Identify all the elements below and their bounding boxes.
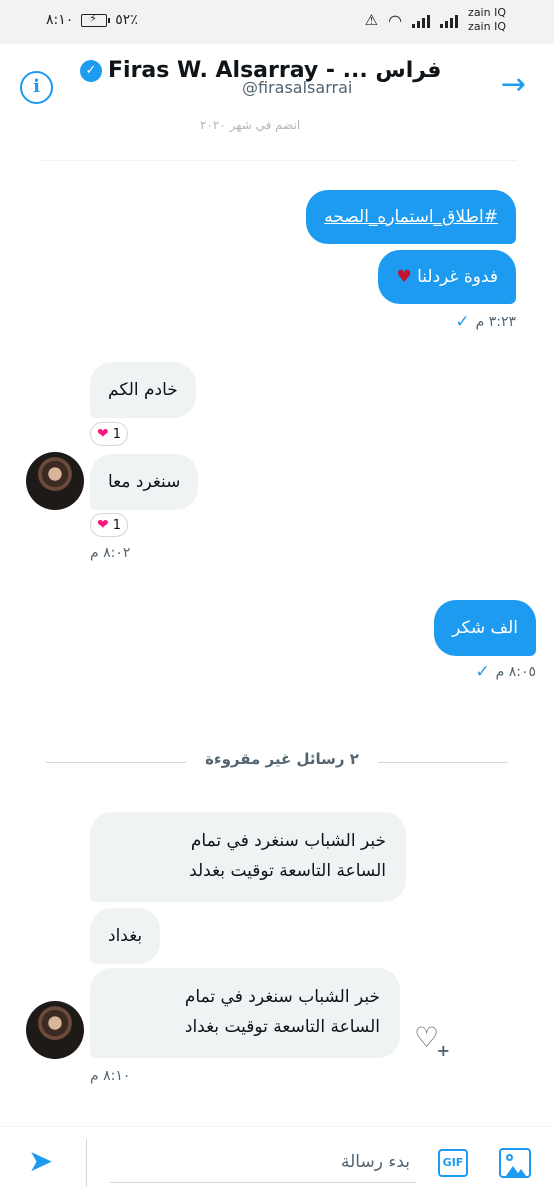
status-bar: ٨:١٠ ٥٢٪ ⚠ ◠ zain IQ zain IQ: [0, 0, 554, 44]
unread-divider-line: [378, 762, 508, 763]
back-arrow-icon[interactable]: →: [501, 70, 526, 100]
message-bubble-outgoing[interactable]: فدوة غردلنا ♥: [378, 250, 516, 304]
user-handle: @firasalsarrai: [242, 78, 353, 97]
info-icon[interactable]: i: [20, 71, 53, 104]
heart-icon: ❤: [97, 517, 109, 533]
message-bubble-incoming[interactable]: خادم الكم: [90, 362, 196, 418]
message-bubble-incoming[interactable]: خبر الشباب سنغرد في تمام الساعة التاسعة …: [90, 968, 400, 1058]
unread-divider-label: ٢ رسائل غير مقروءة: [205, 750, 359, 768]
message-text-line: خبر الشباب سنغرد في تمام: [190, 831, 386, 851]
message-bubble-incoming[interactable]: بغداد: [90, 908, 161, 964]
battery-level: ٥٢٪: [115, 12, 138, 28]
gif-button[interactable]: GIF: [438, 1149, 468, 1177]
signal-icon-2: [440, 12, 459, 28]
message-text-line: الساعة التاسعة توقيت بغدلد: [189, 861, 386, 881]
signal-icon: [412, 12, 431, 28]
verified-badge-icon: ✓: [80, 59, 102, 82]
warning-icon: ⚠: [364, 11, 379, 29]
heart-emoji: ♥: [396, 267, 412, 287]
message-bubble-incoming[interactable]: سنغرد معا: [90, 454, 199, 510]
reaction-badge[interactable]: ❤ 1: [90, 513, 129, 537]
carrier-2: zain IQ: [468, 20, 506, 33]
divider: [38, 160, 516, 161]
reaction-count: 1: [112, 426, 122, 442]
message-text: سنغرد معا: [108, 472, 181, 492]
message-composer: ➤ GIF: [0, 1126, 554, 1200]
status-left: ٨:١٠ ٥٢٪: [46, 12, 138, 29]
message-timestamp: ٨:٠٢ م: [90, 545, 130, 561]
message-bubble-outgoing[interactable]: الف شكر: [434, 600, 536, 656]
carrier-1: zain IQ: [468, 6, 506, 19]
message-text-line: خبر الشباب سنغرد في تمام: [184, 987, 380, 1007]
timestamp-text: ٨:٠٢ م: [90, 545, 131, 561]
reaction-count: 1: [112, 517, 122, 533]
reaction-badge[interactable]: ❤ 1: [90, 422, 129, 446]
battery-icon: [81, 12, 111, 27]
send-icon[interactable]: ➤: [28, 1147, 53, 1177]
carrier-names: zain IQ zain IQ: [468, 6, 506, 34]
message-timestamp: ٨:٠٥ م ✓: [475, 662, 536, 682]
heart-icon: ❤: [97, 426, 109, 442]
message-input[interactable]: [110, 1141, 416, 1183]
avatar[interactable]: [26, 452, 84, 510]
timestamp-text: ٨:٠٥ م: [495, 664, 536, 680]
image-icon[interactable]: [499, 1148, 531, 1178]
message-bubble-outgoing[interactable]: #اطلاق_استماره_الصحه: [306, 190, 516, 244]
add-reaction-icon[interactable]: ♡ +: [414, 1023, 450, 1059]
faded-header-text: انضم في شهر ٢٠٢٠: [200, 118, 301, 132]
message-timestamp: ٣:٢٣ م ✓: [455, 312, 516, 332]
timestamp-text: ٨:١٠ م: [90, 1068, 131, 1084]
message-text: الف شكر: [452, 618, 518, 638]
message-text: بغداد: [108, 926, 143, 946]
status-time: ٨:١٠: [46, 12, 74, 28]
check-icon: ✓: [455, 312, 470, 332]
avatar[interactable]: [26, 1001, 84, 1059]
message-text-line: الساعة التاسعة توقيت بغداد: [184, 1017, 380, 1037]
composer-divider: [86, 1139, 87, 1187]
hashtag-link[interactable]: #اطلاق_استماره_الصحه: [324, 207, 498, 227]
wifi-icon: ◠: [388, 10, 403, 30]
message-text: خادم الكم: [108, 380, 178, 400]
timestamp-text: ٣:٢٣ م: [475, 314, 516, 330]
message-timestamp: ٨:١٠ م: [90, 1068, 130, 1084]
status-right: ⚠ ◠ zain IQ zain IQ: [365, 6, 506, 34]
unread-divider-line: [46, 762, 186, 763]
check-icon: ✓: [475, 662, 490, 682]
message-text: فدوة غردلنا: [417, 267, 498, 287]
message-bubble-incoming[interactable]: خبر الشباب سنغرد في تمام الساعة التاسعة …: [90, 812, 406, 902]
